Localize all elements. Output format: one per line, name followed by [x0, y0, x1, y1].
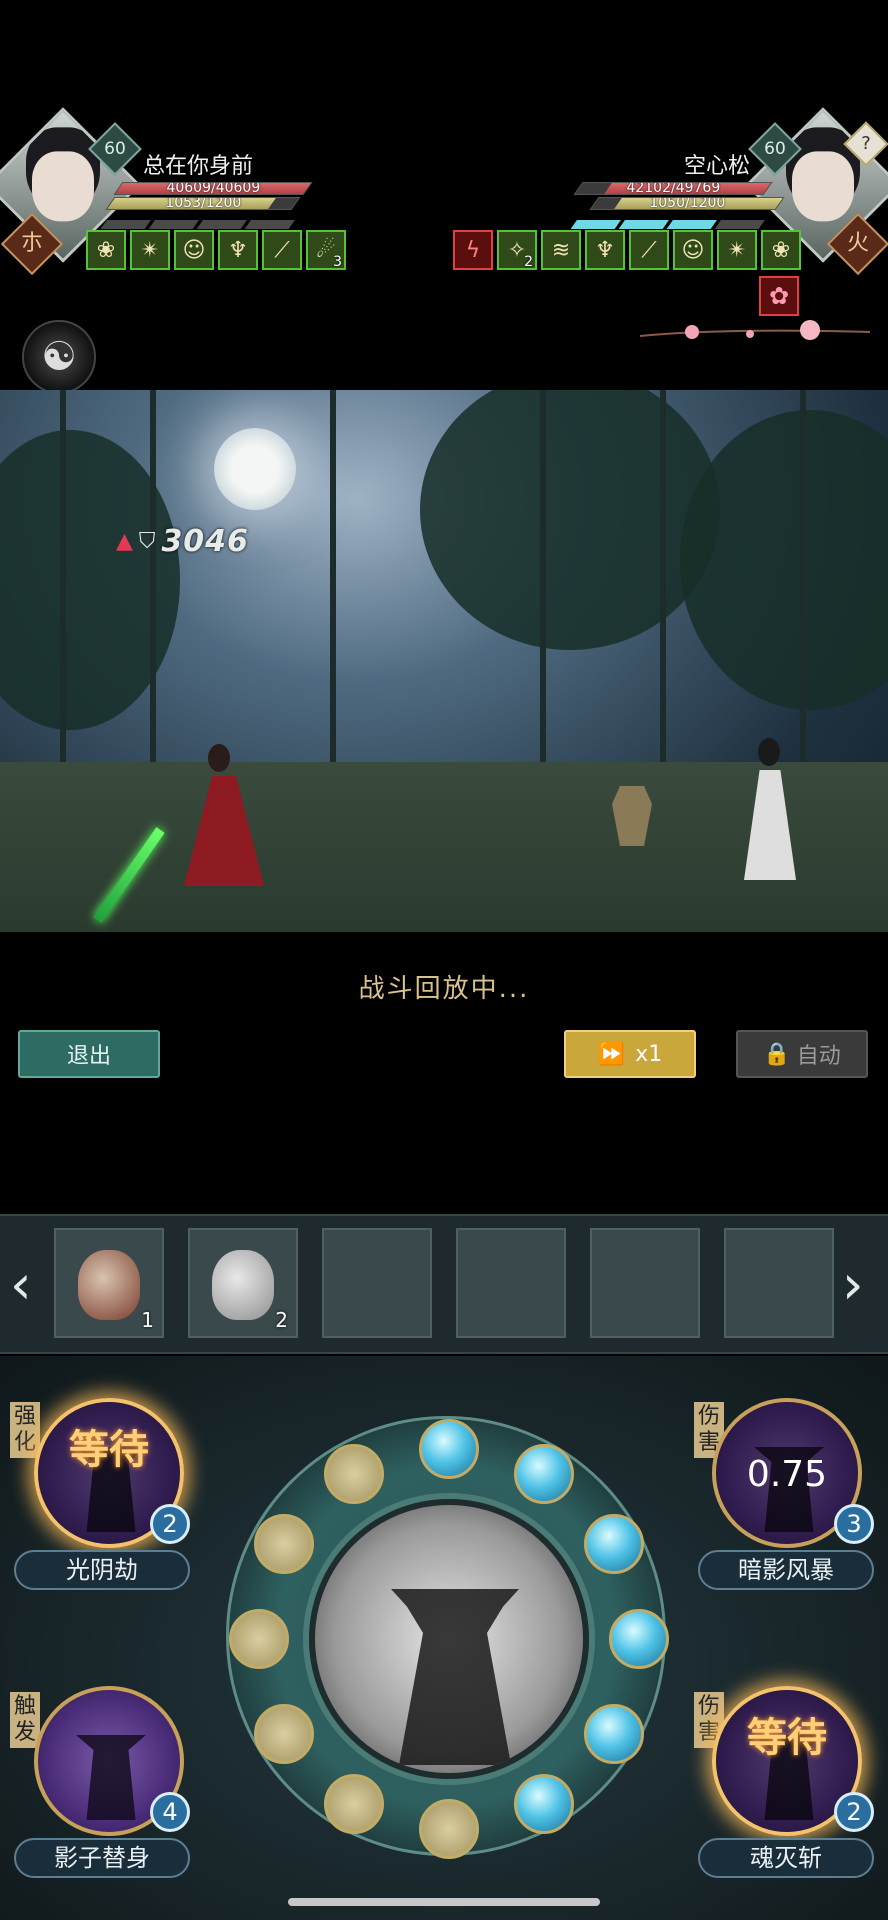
lotus-icon[interactable]: ❀: [86, 230, 126, 270]
damage-popup: ▲ ⛉ 3046: [116, 524, 249, 559]
shuriken-icon[interactable]: ✴: [130, 230, 170, 270]
player-right-buff-list: ϟ ✧ 2 ≋ ♆ ⟋ ☺ ✴ ❀: [453, 230, 801, 270]
skill-name: 暗影风暴: [698, 1550, 874, 1590]
arrow-up-icon: ▲: [116, 529, 133, 554]
home-indicator[interactable]: [288, 1898, 600, 1906]
replay-status: 战斗回放中...: [358, 974, 530, 1004]
shield-icon: ⛉: [138, 529, 156, 554]
energy-orb-empty: [324, 1444, 384, 1505]
item-belt: ‹ › 1 2: [0, 1214, 888, 1354]
skill-count-badge: 2: [834, 1792, 874, 1832]
skill-count-badge: 4: [150, 1792, 190, 1832]
bamboo-foliage: [420, 390, 720, 650]
skill-count-badge: 3: [834, 1504, 874, 1544]
skill-cooldown: 0.75: [746, 1454, 828, 1495]
blossom-branch-icon: [640, 320, 870, 340]
energy-orb-filled: [514, 1773, 574, 1834]
skill-name: 影子替身: [14, 1838, 190, 1878]
fast-forward-icon: ⏩: [597, 1041, 626, 1067]
energy-orb-filled: [583, 1514, 644, 1574]
energy-orb-filled: [583, 1704, 644, 1764]
bamboo-stalk: [330, 390, 336, 782]
figure-icon[interactable]: ☺: [174, 230, 214, 270]
skill-tag: 强化: [10, 1402, 40, 1458]
energy-orb-filled: [514, 1444, 574, 1505]
flower-icon[interactable]: ✿: [759, 276, 799, 316]
skill-name: 魂灭斩: [698, 1838, 874, 1878]
item-slot[interactable]: [590, 1228, 700, 1338]
player-left-name: 总在你身前: [143, 154, 254, 179]
meditate-icon[interactable]: ♆: [585, 230, 625, 270]
player-left-character: [176, 736, 272, 886]
player-right-character: [740, 730, 800, 880]
figure-icon[interactable]: ☺: [673, 230, 713, 270]
item-slot[interactable]: [724, 1228, 834, 1338]
skill-wait-label: 等待: [747, 1714, 827, 1761]
skill-count-badge: 2: [150, 1504, 190, 1544]
battle-hud: 60 朩 总在你身前 40609/40609 1053/1200 ❀ ✴ ☺ ♆ ⟋ ☄ 3…: [0, 0, 888, 394]
meditate-icon[interactable]: ♆: [218, 230, 258, 270]
sparkle-icon[interactable]: ✧ 2: [497, 230, 537, 270]
sword-slash-icon[interactable]: ⟋: [262, 230, 302, 270]
item-quantity: 1: [141, 1308, 154, 1332]
bamboo-stalk: [800, 390, 806, 782]
ultimate-skill-portrait[interactable]: [309, 1499, 589, 1779]
player-right-name: 空心松: [683, 154, 750, 179]
bamboo-stalk: [60, 390, 66, 782]
energy-orb-filled: [609, 1609, 669, 1669]
skill-tag: 触发: [10, 1692, 40, 1748]
player-right-energy-segments: [570, 214, 773, 229]
item-slot[interactable]: [456, 1228, 566, 1338]
skill-panel: 强化 等待 2 光阴劫 伤害 0.75 3 暗影风暴 触发 4 影子替身 伤害 …: [0, 1356, 888, 1920]
item-slot[interactable]: 1: [54, 1228, 164, 1338]
player-right-mp-bar: 1050/1200: [589, 197, 785, 210]
player-right-hp-bar: 42102/49769: [573, 182, 773, 195]
sword-slash-icon[interactable]: ⟋: [629, 230, 669, 270]
skill-name: 光阴劫: [14, 1550, 190, 1590]
chevron-left-icon[interactable]: ‹: [10, 1258, 32, 1312]
energy-orb-empty: [254, 1704, 315, 1764]
bamboo-foliage: [680, 410, 888, 710]
lock-icon: 🔒: [763, 1041, 791, 1067]
skill-wait-label: 等待: [69, 1426, 149, 1473]
energy-orb-filled: [419, 1419, 479, 1479]
item-quantity: 2: [275, 1308, 288, 1332]
energy-orb-empty: [254, 1514, 315, 1574]
buff-count: 2: [524, 254, 533, 270]
item-slot[interactable]: [322, 1228, 432, 1338]
chevron-right-icon[interactable]: ›: [842, 1258, 864, 1312]
player-left-buff-list: ❀ ✴ ☺ ♆ ⟋ ☄ 3: [86, 230, 346, 270]
player-left-hp-bar: 40609/40609: [113, 182, 313, 195]
shuriken-icon[interactable]: ✴: [717, 230, 757, 270]
energy-ring: [226, 1416, 669, 1859]
moon: [214, 428, 296, 510]
taiji-icon[interactable]: ☯: [22, 320, 96, 394]
energy-orb-empty: [229, 1609, 289, 1669]
fire-streak-icon[interactable]: ≋: [541, 230, 581, 270]
player-left-energy-segments: [100, 214, 303, 229]
wind-hand-icon[interactable]: ☄ 3: [306, 230, 346, 270]
energy-orb-empty: [324, 1773, 384, 1834]
exit-button[interactable]: 退出: [18, 1030, 160, 1078]
buff-count: 3: [333, 254, 342, 270]
medicine-pot-icon: [78, 1250, 140, 1320]
player-left-mp-bar: 1053/1200: [105, 197, 301, 210]
bamboo-stalk: [540, 390, 546, 782]
auto-button[interactable]: 🔒 自动: [736, 1030, 868, 1078]
item-slot[interactable]: 2: [188, 1228, 298, 1338]
energy-orb-empty: [419, 1799, 479, 1859]
speed-button[interactable]: ⏩ x1: [564, 1030, 696, 1078]
battle-scene: ▲ ⛉ 3046: [0, 390, 888, 932]
bamboo-stalk: [660, 390, 666, 782]
gourd-bottle-icon: [212, 1250, 274, 1320]
bamboo-stalk: [150, 390, 156, 782]
lotus-icon[interactable]: ❀: [761, 230, 801, 270]
lightning-icon[interactable]: ϟ: [453, 230, 493, 270]
